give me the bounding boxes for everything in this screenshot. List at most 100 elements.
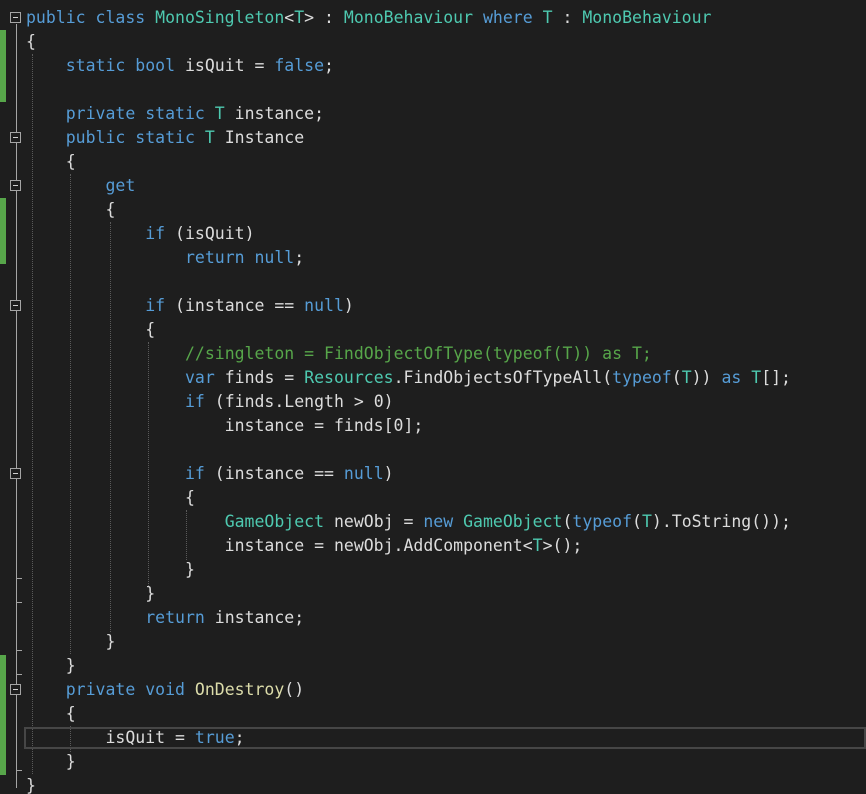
code-token: public class [26, 8, 156, 27]
code-line[interactable]: if (finds.Length > 0) [26, 390, 791, 414]
code-token: []; [761, 368, 791, 387]
code-line[interactable] [26, 438, 791, 462]
code-token: (isQuit) [175, 224, 255, 243]
code-token: ) [343, 296, 354, 315]
code-token: )) [691, 368, 722, 387]
code-line[interactable]: if (instance == null) [26, 462, 791, 486]
code-token: instance = newObj.AddComponent< [26, 536, 533, 555]
code-token: () [284, 680, 305, 699]
collapse-toggle-icon[interactable] [10, 684, 21, 695]
code-token: return [145, 608, 215, 627]
collapse-toggle-icon[interactable] [10, 180, 21, 191]
code-token: T [214, 104, 225, 123]
code-token: (instance == [175, 296, 305, 315]
code-line[interactable]: private static T instance; [26, 102, 791, 126]
code-editor[interactable]: public class MonoSingleton<T> : MonoBeha… [0, 0, 866, 794]
code-line[interactable]: instance = newObj.AddComponent<T>(); [26, 534, 791, 558]
code-line[interactable]: get [26, 174, 791, 198]
code-token: T [294, 8, 305, 27]
code-token: null [343, 464, 384, 483]
code-token: instance; [214, 608, 305, 627]
code-token: public static [65, 128, 205, 147]
code-line[interactable]: public class MonoSingleton<T> : MonoBeha… [26, 6, 791, 30]
code-token: (finds.Length > 0) [214, 392, 394, 411]
code-token: ; [294, 248, 305, 267]
code-token: private static [65, 104, 215, 123]
code-token: Resources [304, 368, 394, 387]
code-line[interactable]: } [26, 582, 791, 606]
code-line[interactable]: instance = finds[0]; [26, 414, 791, 438]
code-line[interactable]: if (isQuit) [26, 222, 791, 246]
code-token: MonoBehaviour [582, 8, 712, 27]
code-token: //singleton = FindObjectOfType(typeof(T)… [184, 344, 652, 363]
code-token: { [26, 704, 76, 723]
collapse-toggle-icon[interactable] [10, 468, 21, 479]
code-token: ( [632, 512, 642, 531]
code-line[interactable] [26, 270, 791, 294]
code-line[interactable]: } [26, 630, 791, 654]
fold-end-tick [16, 674, 22, 675]
code-line[interactable]: return null; [26, 246, 791, 270]
code-token: } [26, 632, 116, 651]
code-token: ).ToString()); [651, 512, 791, 531]
code-token: } [26, 560, 195, 579]
code-token: as [721, 368, 752, 387]
fold-end-tick [16, 770, 22, 771]
code-line[interactable]: public static T Instance [26, 126, 791, 150]
code-line[interactable]: private void OnDestroy() [26, 678, 791, 702]
code-line[interactable]: { [26, 150, 791, 174]
code-token: { [26, 152, 76, 171]
code-line[interactable]: } [26, 558, 791, 582]
code-token: typeof [612, 368, 672, 387]
code-line[interactable]: { [26, 198, 791, 222]
collapse-toggle-icon[interactable] [10, 300, 21, 311]
code-line[interactable]: { [26, 318, 791, 342]
code-line[interactable] [26, 78, 791, 102]
fold-end-tick [16, 650, 22, 651]
code-line[interactable]: } [26, 750, 791, 774]
code-line[interactable]: if (instance == null) [26, 294, 791, 318]
code-token: T [641, 512, 652, 531]
code-token: OnDestroy [194, 680, 285, 699]
code-line[interactable]: return instance; [26, 606, 791, 630]
code-token: ; [324, 56, 334, 75]
code-token: MonoSingleton [155, 8, 285, 27]
collapse-toggle-icon[interactable] [10, 132, 21, 143]
code-token: >(); [542, 536, 583, 555]
collapse-toggle-icon[interactable] [10, 12, 21, 23]
code-line[interactable]: var finds = Resources.FindObjectsOfTypeA… [26, 366, 791, 390]
code-token: } [26, 776, 36, 794]
code-line[interactable]: } [26, 654, 791, 678]
code-token: return null [184, 248, 295, 267]
code-line[interactable]: //singleton = FindObjectOfType(typeof(T)… [26, 342, 791, 366]
code-token: ( [562, 512, 573, 531]
code-line[interactable]: static bool isQuit = false; [26, 54, 791, 78]
code-line[interactable]: isQuit = true; [26, 726, 791, 750]
code-token: T [751, 368, 762, 387]
code-token: } [26, 752, 76, 771]
code-line[interactable]: { [26, 30, 791, 54]
code-token: Instance [214, 128, 305, 147]
code-line[interactable]: } [26, 774, 791, 794]
code-token: < [284, 8, 295, 27]
change-marker [0, 30, 6, 102]
code-token: { [26, 488, 195, 507]
code-token: isQuit = [26, 728, 195, 747]
change-marker [0, 198, 6, 264]
code-area[interactable]: public class MonoSingleton<T> : MonoBeha… [26, 6, 791, 794]
code-line[interactable]: { [26, 702, 791, 726]
fold-end-tick [16, 602, 22, 603]
code-line[interactable]: { [26, 486, 791, 510]
code-token: T [532, 536, 543, 555]
code-token: .FindObjectsOfTypeAll( [393, 368, 613, 387]
code-line[interactable]: GameObject newObj = new GameObject(typeo… [26, 510, 791, 534]
code-token: false [274, 56, 325, 75]
